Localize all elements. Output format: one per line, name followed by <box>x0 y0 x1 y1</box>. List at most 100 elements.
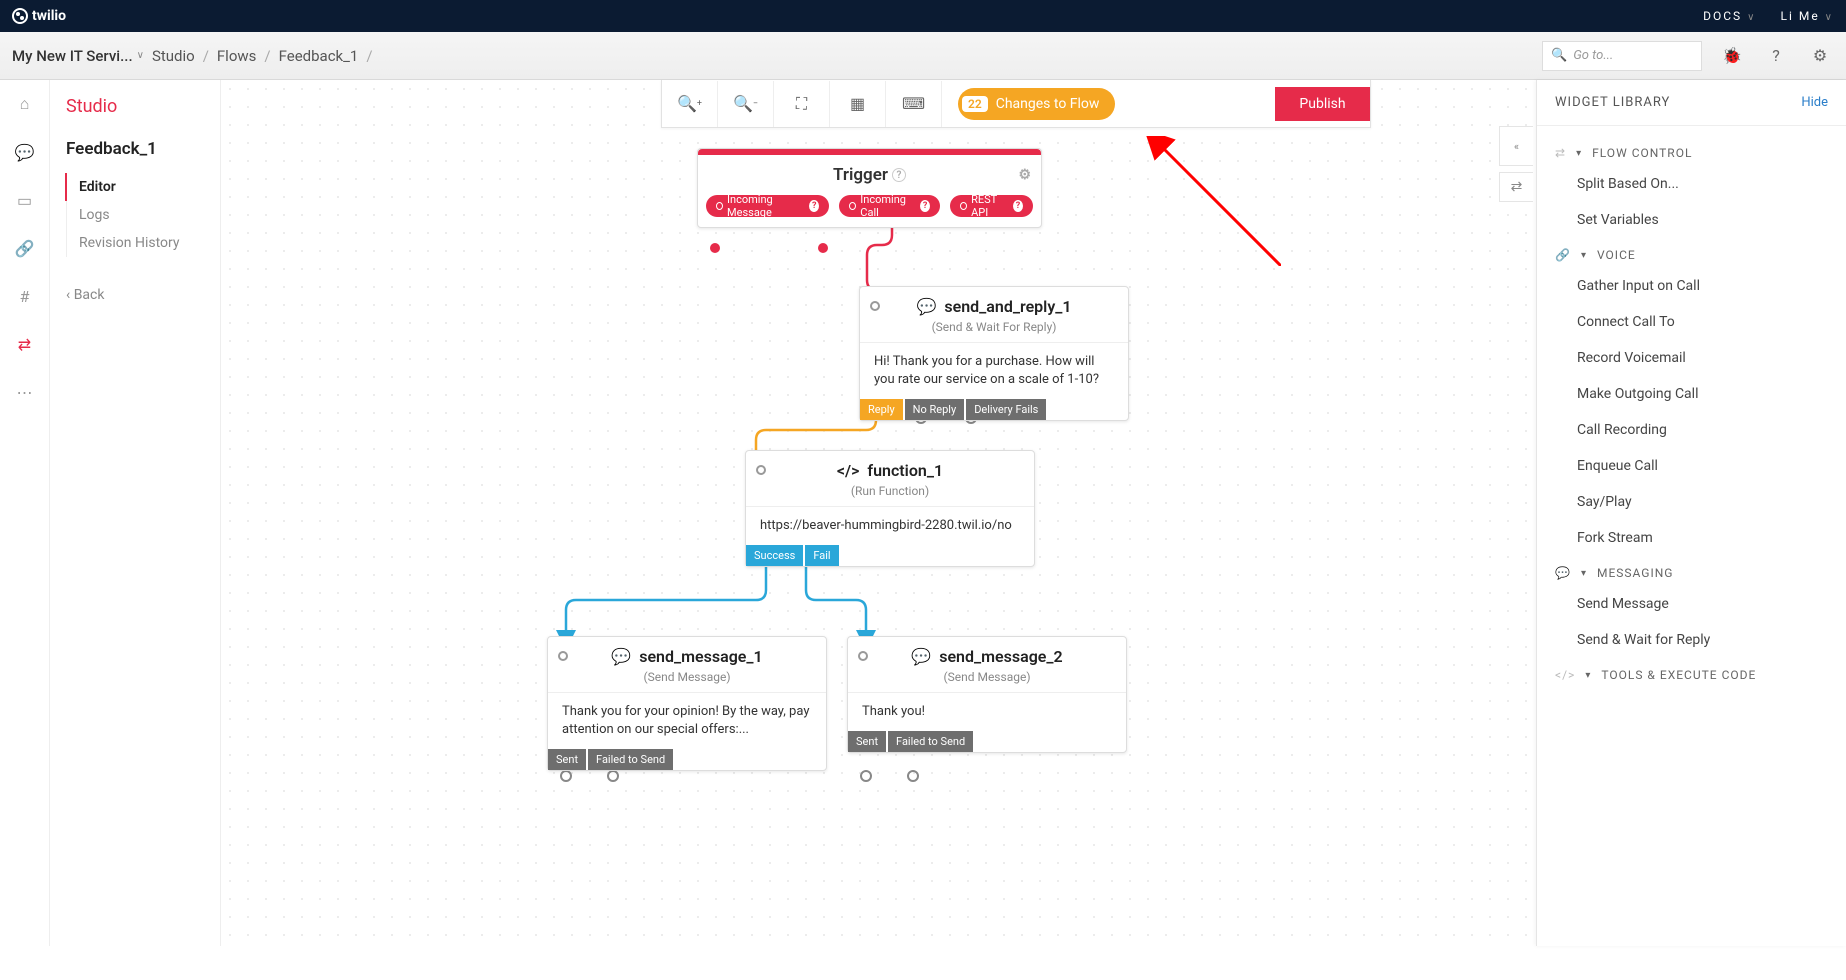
category-label: VOICE <box>1597 248 1636 262</box>
node-function[interactable]: </> function_1 (Run Function) https://be… <box>745 450 1035 567</box>
zoom-out-icon[interactable]: 🔍− <box>718 81 774 127</box>
port-failed[interactable]: Failed to Send <box>588 749 673 770</box>
search-icon: 🔍 <box>1551 48 1567 63</box>
nav-more-icon[interactable]: ⋯ <box>13 380 37 404</box>
side-panel: Studio Feedback_1 Editor Logs Revision H… <box>50 80 220 946</box>
port-reply[interactable]: Reply <box>860 399 903 420</box>
grid-icon[interactable]: ▦ <box>830 81 886 127</box>
trigger-title: Trigger <box>833 165 888 185</box>
library-category[interactable]: ⇄▾FLOW CONTROL <box>1537 136 1846 166</box>
back-link[interactable]: ‹ Back <box>66 287 220 303</box>
trigger-port-call[interactable]: Incoming Call? <box>839 195 940 217</box>
node-port-in[interactable] <box>870 301 880 311</box>
hide-link[interactable]: Hide <box>1801 95 1828 110</box>
zoom-in-icon[interactable]: 🔍+ <box>662 81 718 127</box>
library-category[interactable]: </> ▾ TOOLS & EXECUTE CODE <box>1537 658 1846 688</box>
node-send-message-2[interactable]: 💬 send_message_2 (Send Message) Thank yo… <box>847 636 1127 753</box>
trigger-port-message[interactable]: Incoming Message? <box>706 195 829 217</box>
node-subtitle: (Run Function) <box>746 484 1034 507</box>
brand-logo[interactable]: twilio <box>12 8 66 24</box>
help-icon[interactable]: ? <box>892 168 906 182</box>
library-item[interactable]: Say/Play <box>1537 484 1846 520</box>
library-category[interactable]: 🔗▾VOICE <box>1537 238 1846 268</box>
nav-chat-icon[interactable]: 💬 <box>13 140 37 164</box>
panel-tab-flow-icon[interactable]: ⇄ <box>1499 172 1533 202</box>
caret-down-icon: ▾ <box>1585 670 1591 681</box>
library-item[interactable]: Enqueue Call <box>1537 448 1846 484</box>
library-item[interactable]: Call Recording <box>1537 412 1846 448</box>
gear-icon[interactable]: ⚙ <box>1018 167 1031 183</box>
tab-revision-history[interactable]: Revision History <box>67 229 220 257</box>
trigger-port-rest[interactable]: REST API? <box>950 195 1033 217</box>
crumb-link[interactable]: Studio <box>152 47 195 65</box>
library-item[interactable]: Fork Stream <box>1537 520 1846 556</box>
library-category[interactable]: 💬▾MESSAGING <box>1537 556 1846 586</box>
nav-link-icon[interactable]: 🔗 <box>13 236 37 260</box>
widget-library-panel: « ⇄ WIDGET LIBRARY Hide ⇄▾FLOW CONTROLSp… <box>1536 80 1846 946</box>
gear-icon[interactable]: ⚙ <box>1806 42 1834 70</box>
debug-icon[interactable]: 🐞 <box>1718 42 1746 70</box>
caret-down-icon: ▾ <box>1581 568 1587 579</box>
trigger-widget[interactable]: Trigger ? ⚙ Incoming Message? Incoming C… <box>697 148 1042 228</box>
changes-label: Changes to Flow <box>996 96 1100 112</box>
category-label: TOOLS & EXECUTE CODE <box>1601 668 1756 682</box>
library-item[interactable]: Connect Call To <box>1537 304 1846 340</box>
port-success[interactable]: Success <box>746 545 803 566</box>
tab-logs[interactable]: Logs <box>67 201 220 229</box>
sub-bar: My New IT Servi... ∨ Studio / Flows / Fe… <box>0 32 1846 80</box>
user-menu[interactable]: Li Me ∨ <box>1780 9 1834 23</box>
fit-icon[interactable]: ⛶ <box>774 81 830 127</box>
port-delivery-fails[interactable]: Delivery Fails <box>966 399 1046 420</box>
port-no-reply[interactable]: No Reply <box>905 399 965 420</box>
node-body: Thank you! <box>848 693 1126 731</box>
nav-hash-icon[interactable]: # <box>13 284 37 308</box>
brand-text: twilio <box>32 8 66 24</box>
tab-editor[interactable]: Editor <box>65 173 220 201</box>
library-item[interactable]: Send & Wait for Reply <box>1537 622 1846 658</box>
port-fail[interactable]: Fail <box>805 545 838 566</box>
msg-icon: 💬 <box>1555 566 1571 580</box>
keyboard-icon[interactable]: ⌨ <box>886 81 942 127</box>
message-icon: 💬 <box>916 297 936 316</box>
category-label: FLOW CONTROL <box>1592 146 1692 160</box>
node-subtitle: (Send Message) <box>848 670 1126 693</box>
library-item[interactable]: Send Message <box>1537 586 1846 622</box>
node-port-in[interactable] <box>858 651 868 661</box>
library-item[interactable]: Gather Input on Call <box>1537 268 1846 304</box>
node-send-message-1[interactable]: 💬 send_message_1 (Send Message) Thank yo… <box>547 636 827 771</box>
caret-down-icon: ▾ <box>1581 250 1587 261</box>
breadcrumb: My New IT Servi... ∨ Studio / Flows / Fe… <box>12 47 373 65</box>
library-title: WIDGET LIBRARY <box>1555 95 1670 110</box>
crumb-link[interactable]: Flows <box>217 47 257 65</box>
nav-home-icon[interactable]: ⌂ <box>13 92 37 116</box>
port-sent[interactable]: Sent <box>848 731 886 752</box>
app-title: Studio <box>66 96 220 117</box>
node-port-in[interactable] <box>756 465 766 475</box>
port-sent[interactable]: Sent <box>548 749 586 770</box>
top-bar: twilio DOCS ∨ Li Me ∨ <box>0 0 1846 32</box>
help-icon[interactable]: ? <box>1762 42 1790 70</box>
library-item[interactable]: Make Outgoing Call <box>1537 376 1846 412</box>
chevron-down-icon: ∨ <box>137 50 144 61</box>
node-title: send_message_2 <box>939 647 1062 666</box>
code-icon: </> <box>1555 668 1575 682</box>
library-item[interactable]: Split Based On... <box>1537 166 1846 202</box>
library-item[interactable]: Record Voicemail <box>1537 340 1846 376</box>
panel-collapse-icon[interactable]: « <box>1499 126 1533 166</box>
nav-message-icon[interactable]: ▭ <box>13 188 37 212</box>
library-item[interactable]: Set Variables <box>1537 202 1846 238</box>
port-failed[interactable]: Failed to Send <box>888 731 973 752</box>
publish-button[interactable]: Publish <box>1275 87 1369 121</box>
arrow-annotation <box>1141 136 1281 266</box>
nav-studio-icon[interactable]: ⇄ <box>13 332 37 356</box>
node-send-and-reply[interactable]: 💬 send_and_reply_1 (Send & Wait For Repl… <box>859 286 1129 421</box>
node-title: send_message_1 <box>639 647 762 666</box>
message-icon: 💬 <box>611 647 631 666</box>
docs-link[interactable]: DOCS ∨ <box>1703 9 1756 23</box>
node-port-in[interactable] <box>558 651 568 661</box>
crumb-link[interactable]: Feedback_1 <box>279 47 359 65</box>
account-selector[interactable]: My New IT Servi... ∨ <box>12 47 144 65</box>
flow-icon: ⇄ <box>1555 146 1566 160</box>
changes-pill[interactable]: 22 Changes to Flow <box>958 88 1115 120</box>
search-input[interactable]: 🔍 Go to... <box>1542 41 1702 71</box>
